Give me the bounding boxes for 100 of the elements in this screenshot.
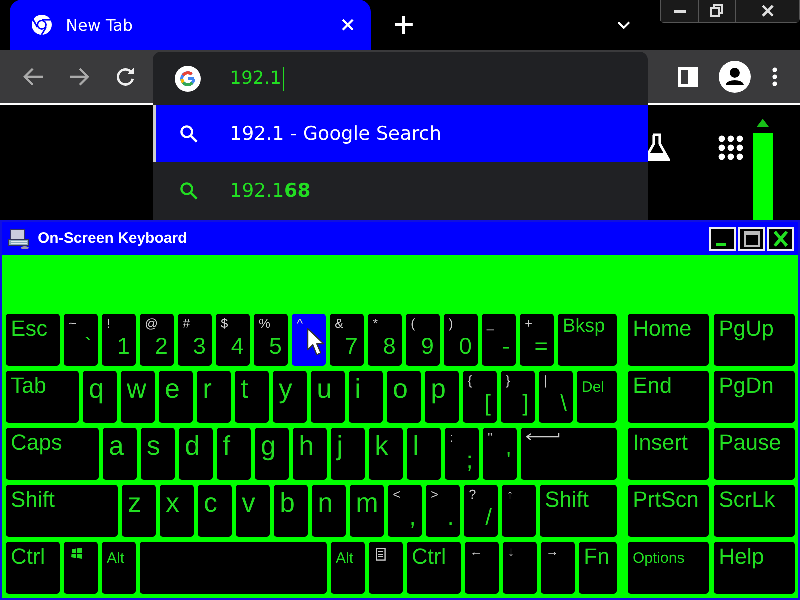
key[interactable]: { [ bbox=[463, 371, 497, 423]
key[interactable]: | \ bbox=[539, 371, 573, 423]
key[interactable]: # 3 bbox=[178, 314, 212, 366]
scroll-up-arrow-icon[interactable] bbox=[757, 119, 769, 127]
key[interactable]: Shift bbox=[540, 485, 617, 537]
minimize-icon bbox=[674, 10, 686, 12]
key[interactable]: ScrLk bbox=[714, 485, 795, 537]
key[interactable]: ← bbox=[465, 542, 499, 594]
key[interactable]: End bbox=[628, 371, 709, 423]
restore-button[interactable] bbox=[698, 0, 735, 22]
key[interactable]: y bbox=[273, 371, 307, 423]
key[interactable]: PgUp bbox=[714, 314, 795, 366]
key[interactable]: < , bbox=[388, 485, 422, 537]
maximize-button[interactable] bbox=[738, 226, 765, 250]
key[interactable]: d bbox=[179, 428, 213, 480]
key[interactable]: u bbox=[311, 371, 345, 423]
key[interactable]: o bbox=[387, 371, 421, 423]
close-button[interactable] bbox=[735, 0, 799, 22]
key[interactable]: h bbox=[293, 428, 327, 480]
key[interactable]: l bbox=[407, 428, 441, 480]
suggestion-item[interactable]: 192.1 - Google Search bbox=[153, 105, 648, 162]
key[interactable]: f bbox=[217, 428, 251, 480]
key[interactable]: PrtScn bbox=[628, 485, 709, 537]
key[interactable]: e bbox=[159, 371, 193, 423]
key[interactable]: c bbox=[198, 485, 232, 537]
key[interactable]: Pause bbox=[714, 428, 795, 480]
key[interactable]: Esc bbox=[6, 314, 60, 366]
close-icon[interactable] bbox=[341, 18, 356, 32]
key[interactable]: % 5 bbox=[254, 314, 288, 366]
apps-grid-icon[interactable] bbox=[718, 135, 744, 161]
key[interactable]: ^ bbox=[292, 314, 326, 366]
key[interactable]: k bbox=[369, 428, 403, 480]
key[interactable]: j bbox=[331, 428, 365, 480]
scrollbar-thumb[interactable] bbox=[753, 133, 773, 220]
key[interactable] bbox=[369, 542, 403, 594]
key[interactable]: x bbox=[160, 485, 194, 537]
menu-icon[interactable] bbox=[772, 66, 778, 86]
key[interactable]: Home bbox=[628, 314, 709, 366]
forward-icon[interactable] bbox=[69, 66, 91, 86]
key[interactable]: & 7 bbox=[330, 314, 364, 366]
key[interactable]: Del bbox=[577, 371, 617, 423]
close-icon bbox=[772, 230, 788, 246]
key[interactable]: > . bbox=[426, 485, 460, 537]
key[interactable]: t bbox=[235, 371, 269, 423]
key[interactable]: } ] bbox=[501, 371, 535, 423]
key[interactable]: b bbox=[274, 485, 308, 537]
key[interactable]: → bbox=[541, 542, 575, 594]
key[interactable]: q bbox=[83, 371, 117, 423]
key[interactable]: Insert bbox=[628, 428, 709, 480]
key[interactable]: : ; bbox=[445, 428, 479, 480]
address-field[interactable]: 192.1 bbox=[230, 64, 284, 94]
tab-title: New Tab bbox=[66, 16, 134, 34]
key[interactable]: a bbox=[103, 428, 137, 480]
key[interactable]: * 8 bbox=[368, 314, 402, 366]
key[interactable]: Options bbox=[628, 542, 709, 594]
new-tab-icon[interactable] bbox=[394, 15, 414, 35]
key[interactable]: Bksp bbox=[558, 314, 617, 366]
key[interactable]: + = bbox=[520, 314, 554, 366]
reload-icon[interactable] bbox=[116, 66, 136, 86]
key[interactable]: ~ ` bbox=[64, 314, 98, 366]
key[interactable]: i bbox=[349, 371, 383, 423]
key[interactable]: m bbox=[350, 485, 384, 537]
key[interactable]: n bbox=[312, 485, 346, 537]
key[interactable]: ! 1 bbox=[102, 314, 136, 366]
key[interactable]: r bbox=[197, 371, 231, 423]
suggestion-item[interactable]: 192.168 bbox=[153, 162, 648, 219]
key[interactable]: " ' bbox=[483, 428, 517, 480]
key[interactable]: ↑ bbox=[502, 485, 536, 537]
key[interactable]: ↓ bbox=[503, 542, 537, 594]
browser-tab[interactable]: New Tab bbox=[10, 0, 372, 50]
minimize-button[interactable] bbox=[661, 0, 698, 22]
key[interactable]: w bbox=[121, 371, 155, 423]
key[interactable]: _ - bbox=[482, 314, 516, 366]
key[interactable]: p bbox=[425, 371, 459, 423]
minimize-icon bbox=[716, 243, 726, 246]
back-icon[interactable] bbox=[22, 66, 44, 86]
key[interactable]: Help bbox=[714, 542, 795, 594]
key[interactable]: PgDn bbox=[714, 371, 795, 423]
minimize-button[interactable] bbox=[709, 226, 736, 250]
key[interactable]: Fn bbox=[579, 542, 617, 594]
key[interactable]: Alt bbox=[331, 542, 365, 594]
chevron-down-icon[interactable] bbox=[617, 20, 631, 30]
side-panel-icon[interactable] bbox=[678, 66, 698, 86]
profile-avatar-icon[interactable] bbox=[719, 60, 751, 92]
key[interactable]: Shift bbox=[6, 485, 118, 537]
key[interactable]: v bbox=[236, 485, 270, 537]
key[interactable]: Alt bbox=[102, 542, 136, 594]
key[interactable]: z bbox=[122, 485, 156, 537]
key[interactable]: @ 2 bbox=[140, 314, 174, 366]
key[interactable]: g bbox=[255, 428, 289, 480]
key[interactable]: ) 0 bbox=[444, 314, 478, 366]
key[interactable]: ? / bbox=[464, 485, 498, 537]
key[interactable]: Ctrl bbox=[407, 542, 461, 594]
key[interactable] bbox=[64, 542, 98, 594]
key[interactable]: Tab bbox=[6, 371, 79, 423]
key[interactable]: Caps bbox=[6, 428, 99, 480]
key[interactable]: s bbox=[141, 428, 175, 480]
key[interactable]: ( 9 bbox=[406, 314, 440, 366]
key[interactable]: $ 4 bbox=[216, 314, 250, 366]
key[interactable]: Ctrl bbox=[6, 542, 60, 594]
